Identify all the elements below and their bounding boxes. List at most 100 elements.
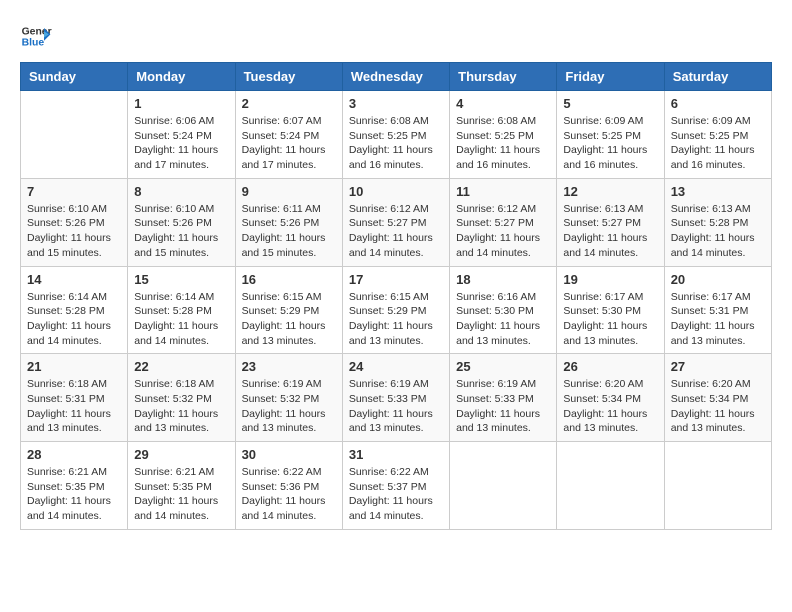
day-number: 2 (242, 96, 336, 111)
day-cell: 14Sunrise: 6:14 AMSunset: 5:28 PMDayligh… (21, 266, 128, 354)
day-number: 29 (134, 447, 228, 462)
day-cell: 18 Sunrise: 6:16 AMSunset: 5:30 PMDayligh… (450, 266, 557, 354)
day-cell: 2 Sunrise: 6:07 AMSunset: 5:24 PMDaylight… (235, 91, 342, 179)
day-number: 28 (27, 447, 121, 462)
day-cell: 17 Sunrise: 6:15 AMSunset: 5:29 PMDayligh… (342, 266, 449, 354)
day-number: 10 (349, 184, 443, 199)
day-info: Sunrise: 6:06 AMSunset: 5:24 PMDaylight:… (134, 114, 228, 173)
day-number: 3 (349, 96, 443, 111)
page-header: General Blue (20, 20, 772, 52)
day-cell (557, 442, 664, 530)
day-number: 9 (242, 184, 336, 199)
day-cell: 15Sunrise: 6:14 AMSunset: 5:28 PMDayligh… (128, 266, 235, 354)
day-cell: 27 Sunrise: 6:20 AMSunset: 5:34 PMDayligh… (664, 354, 771, 442)
day-info: Sunrise: 6:08 AMSunset: 5:25 PMDaylight:… (456, 114, 550, 173)
day-info: Sunrise: 6:10 AMSunset: 5:26 PMDaylight:… (134, 202, 228, 261)
week-row-4: 21Sunrise: 6:18 AMSunset: 5:31 PMDayligh… (21, 354, 772, 442)
day-info: Sunrise: 6:20 AMSunset: 5:34 PMDaylight:… (563, 377, 657, 436)
day-number: 6 (671, 96, 765, 111)
day-cell: 8 Sunrise: 6:10 AMSunset: 5:26 PMDaylight… (128, 178, 235, 266)
day-cell: 13Sunrise: 6:13 AMSunset: 5:28 PMDayligh… (664, 178, 771, 266)
day-number: 31 (349, 447, 443, 462)
day-cell: 19 Sunrise: 6:17 AMSunset: 5:30 PMDayligh… (557, 266, 664, 354)
day-cell: 6Sunrise: 6:09 AMSunset: 5:25 PMDaylight… (664, 91, 771, 179)
weekday-header-monday: Monday (128, 63, 235, 91)
day-number: 20 (671, 272, 765, 287)
day-cell: 28 Sunrise: 6:21 AMSunset: 5:35 PMDayligh… (21, 442, 128, 530)
day-cell: 16 Sunrise: 6:15 AMSunset: 5:29 PMDayligh… (235, 266, 342, 354)
day-cell: 26 Sunrise: 6:20 AMSunset: 5:34 PMDayligh… (557, 354, 664, 442)
day-cell: 30 Sunrise: 6:22 AMSunset: 5:36 PMDayligh… (235, 442, 342, 530)
day-cell: 31 Sunrise: 6:22 AMSunset: 5:37 PMDayligh… (342, 442, 449, 530)
day-number: 14 (27, 272, 121, 287)
day-cell (21, 91, 128, 179)
day-number: 24 (349, 359, 443, 374)
day-info: Sunrise: 6:12 AMSunset: 5:27 PMDaylight:… (456, 202, 550, 261)
day-info: Sunrise: 6:12 AMSunset: 5:27 PMDaylight:… (349, 202, 443, 261)
day-number: 23 (242, 359, 336, 374)
day-info: Sunrise: 6:21 AMSunset: 5:35 PMDaylight:… (134, 465, 228, 524)
day-number: 11 (456, 184, 550, 199)
day-cell (664, 442, 771, 530)
weekday-header-wednesday: Wednesday (342, 63, 449, 91)
day-cell: 5 Sunrise: 6:09 AMSunset: 5:25 PMDaylight… (557, 91, 664, 179)
week-row-3: 14 Sunrise: 6:14 AMSunset: 5:28 PMDayligh… (21, 266, 772, 354)
day-number: 5 (563, 96, 657, 111)
day-number: 30 (242, 447, 336, 462)
day-cell: 7 Sunrise: 6:10 AMSunset: 5:26 PMDaylight… (21, 178, 128, 266)
day-number: 16 (242, 272, 336, 287)
logo: General Blue (20, 20, 52, 52)
day-info: Sunrise: 6:18 AMSunset: 5:32 PMDaylight:… (134, 377, 228, 436)
day-info: Sunrise: 6:19 AMSunset: 5:33 PMDaylight:… (456, 377, 550, 436)
day-number: 4 (456, 96, 550, 111)
day-cell: 25 Sunrise: 6:19 AMSunset: 5:33 PMDayligh… (450, 354, 557, 442)
day-info: Sunrise: 6:15 AMSunset: 5:29 PMDaylight:… (349, 290, 443, 349)
day-info: Sunrise: 6:16 AMSunset: 5:30 PMDaylight:… (456, 290, 550, 349)
day-number: 1 (134, 96, 228, 111)
day-number: 18 (456, 272, 550, 287)
day-info: Sunrise: 6:22 AMSunset: 5:36 PMDaylight:… (242, 465, 336, 524)
day-number: 8 (134, 184, 228, 199)
day-cell: 10 Sunrise: 6:12 AMSunset: 5:27 PMDayligh… (342, 178, 449, 266)
calendar-table: SundayMondayTuesdayWednesdayThursdayFrid… (20, 62, 772, 530)
day-info: Sunrise: 6:17 AMSunset: 5:31 PMDaylight:… (671, 290, 765, 349)
weekday-header-row: SundayMondayTuesdayWednesdayThursdayFrid… (21, 63, 772, 91)
day-cell: 24Sunrise: 6:19 AMSunset: 5:33 PMDayligh… (342, 354, 449, 442)
day-info: Sunrise: 6:22 AMSunset: 5:37 PMDaylight:… (349, 465, 443, 524)
day-info: Sunrise: 6:13 AMSunset: 5:27 PMDaylight:… (563, 202, 657, 261)
day-cell (450, 442, 557, 530)
day-info: Sunrise: 6:20 AMSunset: 5:34 PMDaylight:… (671, 377, 765, 436)
logo-icon: General Blue (20, 20, 52, 52)
week-row-2: 7 Sunrise: 6:10 AMSunset: 5:26 PMDaylight… (21, 178, 772, 266)
day-cell: 11 Sunrise: 6:12 AMSunset: 5:27 PMDayligh… (450, 178, 557, 266)
day-info: Sunrise: 6:15 AMSunset: 5:29 PMDaylight:… (242, 290, 336, 349)
day-info: Sunrise: 6:10 AMSunset: 5:26 PMDaylight:… (27, 202, 121, 261)
weekday-header-tuesday: Tuesday (235, 63, 342, 91)
day-info: Sunrise: 6:13 AMSunset: 5:28 PMDaylight:… (671, 202, 765, 261)
day-number: 12 (563, 184, 657, 199)
day-number: 17 (349, 272, 443, 287)
day-info: Sunrise: 6:08 AMSunset: 5:25 PMDaylight:… (349, 114, 443, 173)
day-cell: 3 Sunrise: 6:08 AMSunset: 5:25 PMDaylight… (342, 91, 449, 179)
day-number: 26 (563, 359, 657, 374)
day-info: Sunrise: 6:09 AMSunset: 5:25 PMDaylight:… (563, 114, 657, 173)
weekday-header-saturday: Saturday (664, 63, 771, 91)
day-cell: 1 Sunrise: 6:06 AMSunset: 5:24 PMDaylight… (128, 91, 235, 179)
day-number: 19 (563, 272, 657, 287)
day-cell: 9Sunrise: 6:11 AMSunset: 5:26 PMDaylight… (235, 178, 342, 266)
day-number: 7 (27, 184, 121, 199)
day-number: 21 (27, 359, 121, 374)
day-info: Sunrise: 6:17 AMSunset: 5:30 PMDaylight:… (563, 290, 657, 349)
day-cell: 23 Sunrise: 6:19 AMSunset: 5:32 PMDayligh… (235, 354, 342, 442)
day-info: Sunrise: 6:19 AMSunset: 5:32 PMDaylight:… (242, 377, 336, 436)
day-cell: 29 Sunrise: 6:21 AMSunset: 5:35 PMDayligh… (128, 442, 235, 530)
day-info: Sunrise: 6:21 AMSunset: 5:35 PMDaylight:… (27, 465, 121, 524)
day-number: 27 (671, 359, 765, 374)
week-row-1: 1 Sunrise: 6:06 AMSunset: 5:24 PMDaylight… (21, 91, 772, 179)
weekday-header-sunday: Sunday (21, 63, 128, 91)
day-info: Sunrise: 6:07 AMSunset: 5:24 PMDaylight:… (242, 114, 336, 173)
svg-text:Blue: Blue (22, 38, 45, 49)
day-info: Sunrise: 6:14 AMSunset: 5:28 PMDaylight:… (134, 290, 228, 349)
day-number: 25 (456, 359, 550, 374)
week-row-5: 28 Sunrise: 6:21 AMSunset: 5:35 PMDayligh… (21, 442, 772, 530)
